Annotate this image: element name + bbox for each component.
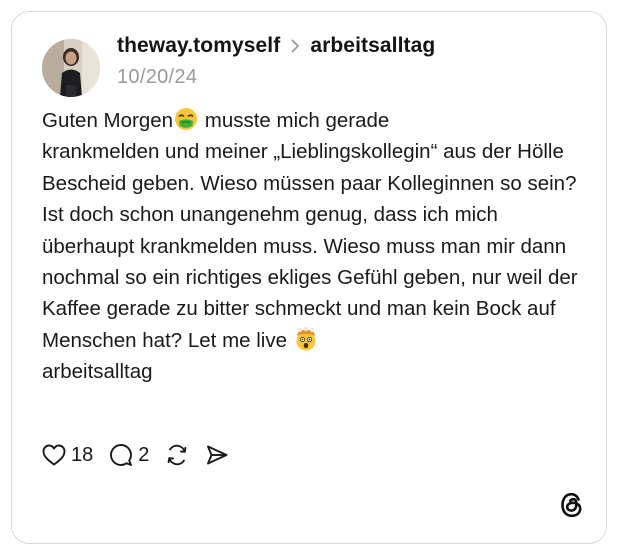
threads-logo[interactable] [558,491,586,519]
post-date: 10/20/24 [117,66,198,88]
reply-button[interactable]: 2 [109,443,149,467]
nauseated-face-emoji [175,108,198,130]
post-actions: 18 2 [42,441,245,469]
exploding-head-emoji [296,326,316,351]
username-link[interactable]: theway.tomyself [117,34,280,58]
hashtag-link[interactable]: arbeitsalltag [42,360,153,383]
avatar[interactable] [42,39,100,97]
post-text: Guten Morgen musste mich gerade krankmel… [42,105,582,388]
send-icon [207,445,228,465]
repost-button[interactable] [165,443,189,467]
share-button[interactable] [205,443,229,467]
topic-link[interactable]: arbeitsalltag [310,34,435,58]
chevron-right-icon [291,39,300,53]
reply-count: 2 [138,443,150,466]
post-header: theway.tomyself arbeitsalltag [117,31,435,61]
comment-icon [110,444,133,466]
post-text-body: krankmelden und meiner „Lieblingskollegi… [42,140,578,352]
like-button[interactable]: 18 [42,444,93,467]
repost-icon [168,444,187,466]
profile-photo [42,39,100,97]
post-text-start: Guten Morgen [42,109,174,132]
post-text-line1-rest: musste mich gerade [199,109,390,132]
post-card: theway.tomyself arbeitsalltag 10/20/24 G… [11,11,607,544]
heart-icon [42,444,66,466]
like-count: 18 [71,443,94,466]
